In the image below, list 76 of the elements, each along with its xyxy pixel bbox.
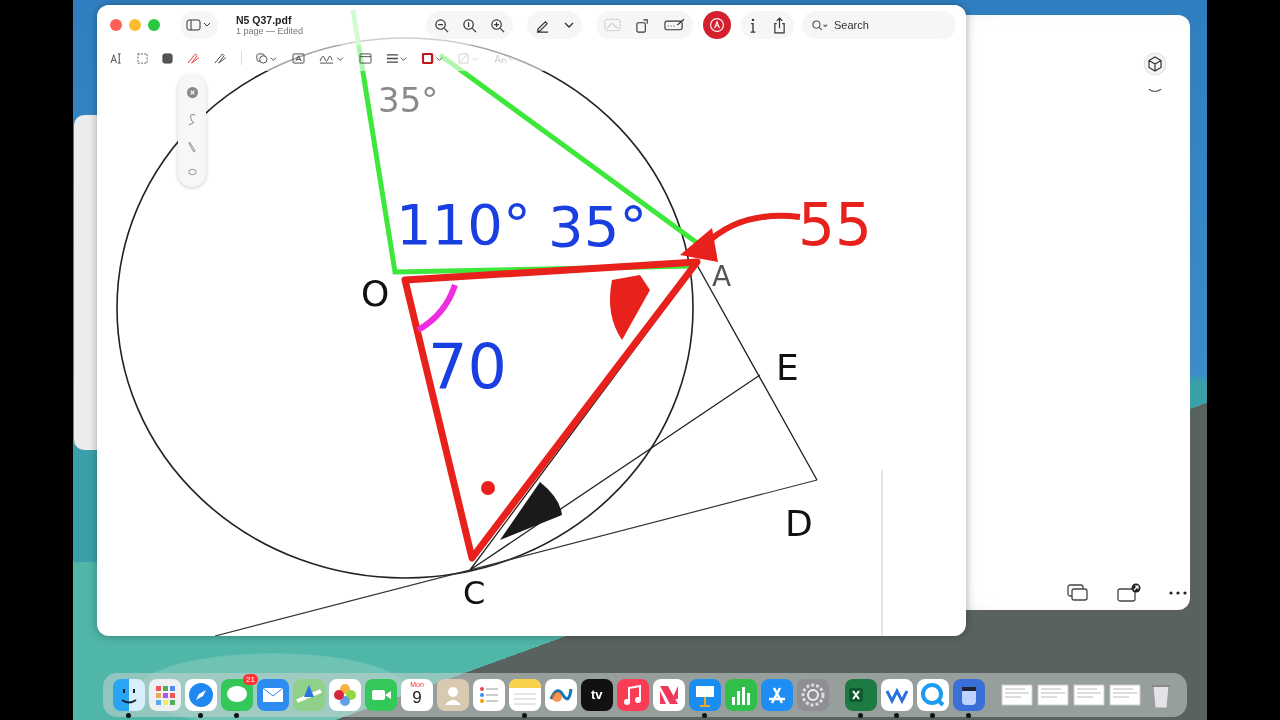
zoom-in-icon[interactable] (490, 17, 505, 33)
flower-icon[interactable] (329, 679, 361, 711)
news-icon[interactable] (653, 679, 685, 711)
tv-icon[interactable]: tv (581, 679, 613, 711)
more-icon[interactable] (1169, 591, 1187, 595)
angle-mark (500, 482, 562, 540)
open-window-icon[interactable] (1117, 583, 1141, 603)
info-icon[interactable] (749, 17, 757, 33)
contact-icon[interactable] (437, 679, 469, 711)
border-color-icon[interactable] (422, 52, 444, 64)
squiggle-icon[interactable] (187, 112, 197, 126)
close-button[interactable] (110, 19, 122, 31)
handwritten-label: A (712, 260, 732, 293)
sidebar-toggle-button[interactable] (180, 11, 218, 39)
dot (481, 481, 495, 495)
app-label: tv (591, 687, 603, 702)
search-icon (812, 20, 828, 31)
face-icon[interactable] (113, 679, 145, 711)
markup-icon (709, 17, 725, 33)
angle-arc (416, 283, 458, 333)
lectern-icon[interactable] (689, 679, 721, 711)
line-style-icon[interactable] (386, 52, 408, 64)
close-icon[interactable] (186, 86, 198, 98)
signature-icon[interactable] (664, 18, 685, 32)
zoom-out-icon[interactable] (434, 17, 449, 33)
handwritten-label: O (361, 273, 390, 314)
map-icon[interactable] (293, 679, 325, 711)
rotate-icon[interactable] (635, 17, 650, 33)
angle-mark (610, 275, 650, 340)
handwritten-label: 110° (396, 192, 531, 257)
eraser-icon[interactable] (187, 167, 197, 176)
spreadsheet-icon[interactable] (845, 679, 877, 711)
fill-color-icon (458, 52, 480, 64)
zoom-button[interactable] (148, 19, 160, 31)
envelope-icon[interactable] (257, 679, 289, 711)
markup-button[interactable] (703, 11, 731, 39)
text-style-icon (494, 52, 516, 64)
chat-bubble-icon[interactable] (221, 679, 253, 711)
shapes-icon[interactable] (256, 52, 278, 64)
handwritten-label: C (463, 574, 486, 612)
notification-badge: 21 (243, 674, 258, 685)
handwritten-label: 55 (798, 191, 872, 259)
video-camera-icon[interactable] (365, 679, 397, 711)
sidebar-icon (186, 19, 212, 31)
list-icon[interactable] (473, 679, 505, 711)
handwritten-label: D (785, 503, 813, 544)
bar-chart-icon[interactable] (725, 679, 757, 711)
rectangular-selection-icon[interactable] (137, 52, 148, 64)
window-subtitle: 1 page — Edited (236, 26, 305, 36)
calendar-day: 9 (401, 688, 433, 708)
chevron-icon[interactable] (1148, 88, 1162, 94)
gear-icon[interactable] (797, 679, 829, 711)
caret-icon[interactable] (564, 22, 574, 28)
text-selection-icon[interactable] (110, 52, 123, 64)
handwritten-label: 35° (548, 194, 648, 259)
sketch-icon[interactable] (187, 52, 200, 64)
cube-icon[interactable] (1143, 52, 1167, 76)
grid-icon[interactable] (149, 679, 181, 711)
handwritten-label: 70 (428, 330, 507, 403)
windows-icon[interactable] (1067, 584, 1089, 602)
draw-icon[interactable] (214, 52, 227, 64)
search-field[interactable]: Search (802, 11, 956, 39)
handwritten-label: E (776, 347, 799, 388)
scribble-icon[interactable] (545, 679, 577, 711)
jar-icon[interactable] (953, 679, 985, 711)
handwritten-label: 35° (378, 80, 439, 120)
notepad-icon[interactable] (509, 679, 541, 711)
pencil-icon[interactable] (188, 140, 196, 153)
text-box-icon[interactable] (292, 52, 305, 64)
window-title: N5 Q37.pdf (236, 14, 292, 26)
app-store-icon[interactable] (761, 679, 793, 711)
share-icon[interactable] (773, 16, 786, 34)
music-note-icon[interactable] (617, 679, 649, 711)
actual-size-icon[interactable] (462, 17, 477, 33)
compass-icon[interactable] (185, 679, 217, 711)
note-icon[interactable] (359, 52, 372, 64)
